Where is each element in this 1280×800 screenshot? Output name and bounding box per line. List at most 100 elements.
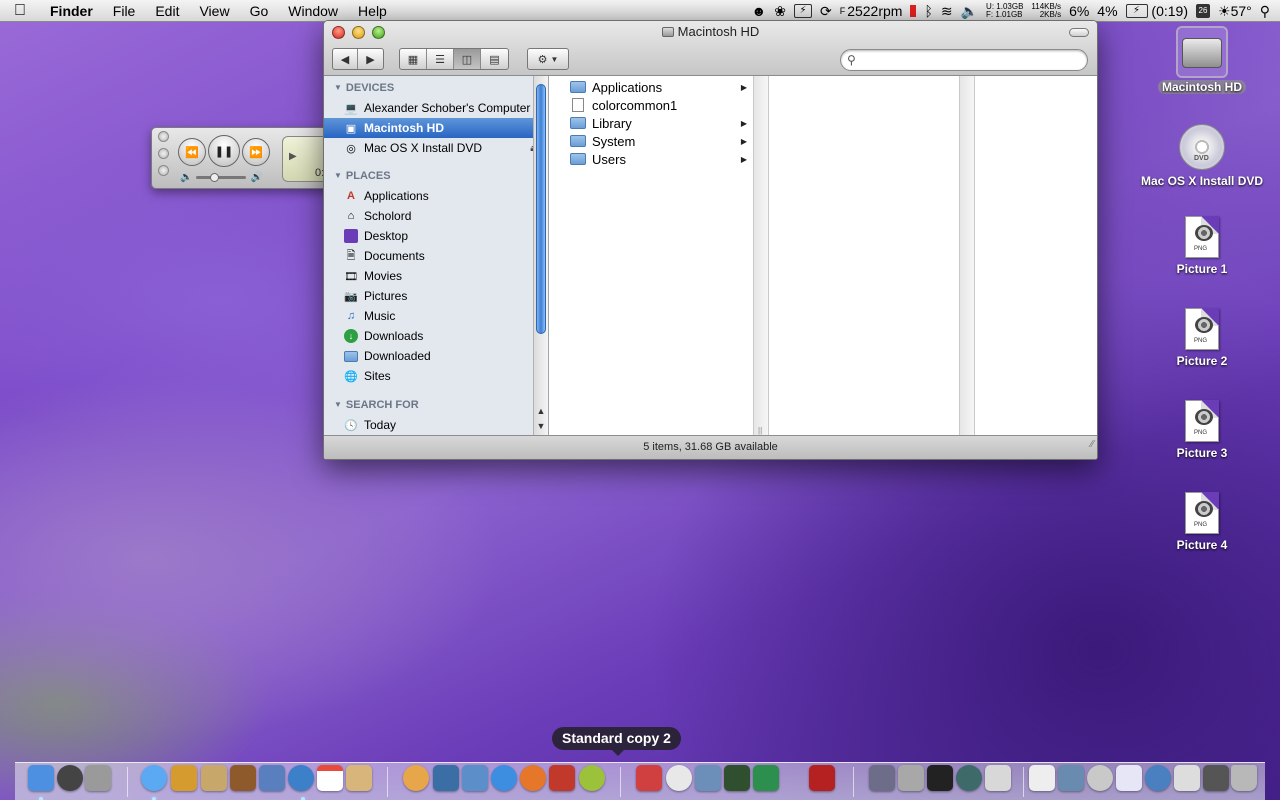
sidebar-item-today[interactable]: 🕓 Today [324, 415, 548, 435]
bluetooth-icon[interactable]: ᛒ [924, 0, 932, 22]
desktop-icon-picture-1[interactable]: PNG Picture 1 [1137, 216, 1267, 276]
dock-utility-icon-3[interactable] [985, 765, 1011, 791]
sidebar-section-search[interactable]: ▼ SEARCH FOR [324, 395, 548, 415]
growl-icon[interactable]: ☻ [752, 0, 767, 22]
apple-menu-icon[interactable]:  [0, 2, 40, 20]
desktop-icon-picture-3[interactable]: PNG Picture 3 [1137, 400, 1267, 460]
activity-icon[interactable]: ⚡ [793, 3, 812, 18]
column-1[interactable]: Applications ▶ colorcommon1 Library ▶ Syst… [564, 76, 754, 437]
wifi-icon[interactable]: ≋ [941, 0, 953, 22]
dock-photo-app-icon[interactable] [230, 765, 256, 791]
cpu-usage-1[interactable]: 6% [1069, 0, 1089, 22]
calendar-date[interactable]: 26 [1196, 3, 1210, 18]
list-item[interactable]: System ▶ [564, 132, 753, 150]
back-button[interactable]: ◀ [333, 49, 358, 69]
battery-status[interactable]: ⚡ (0:19) [1125, 0, 1188, 22]
cover-flow-button[interactable]: ▤ [481, 49, 508, 69]
dock-game-icon-3[interactable] [695, 765, 721, 791]
cpu-usage-2[interactable]: 4% [1097, 0, 1117, 22]
finder-titlebar[interactable]: Macintosh HD ◀ ▶ ▦ ☰ ◫ ▤ ⚙ ▼ ⚲ [324, 21, 1097, 76]
desktop-icon-picture-4[interactable]: PNG Picture 4 [1137, 492, 1267, 552]
sidebar-scroll-thumb[interactable] [536, 84, 546, 334]
dock-xcode-icon[interactable] [462, 765, 488, 791]
search-field[interactable]: ⚲ [840, 49, 1088, 71]
toolbar-toggle-button[interactable] [1069, 28, 1089, 37]
dock-dashboard-icon[interactable] [57, 765, 83, 791]
paw-icon[interactable]: ❀ [774, 0, 786, 22]
dock-printer-icon[interactable] [1174, 765, 1200, 791]
column-2[interactable] [769, 76, 960, 437]
column-resize-handle[interactable]: || [754, 76, 769, 437]
dock-address-book-icon[interactable] [346, 765, 372, 791]
dock-system-preferences-icon[interactable] [85, 765, 111, 791]
sidebar-item-install-dvd[interactable]: ◎Mac OS X Install DVD⏏ [324, 138, 548, 158]
dock-terminal-icon[interactable] [927, 765, 953, 791]
dock-utility-icon-1[interactable] [869, 765, 895, 791]
sidebar-item-home[interactable]: ⌂ Scholord [324, 206, 548, 226]
sidebar-item-sites[interactable]: 🌐 Sites [324, 366, 548, 386]
forward-button[interactable]: ▶ [358, 49, 383, 69]
previous-track-button[interactable]: ⏪ [178, 138, 206, 166]
menu-go[interactable]: Go [240, 0, 279, 22]
dock-game-icon-5[interactable] [753, 765, 779, 791]
menu-window[interactable]: Window [278, 0, 348, 22]
fan-speed[interactable]: F 2522rpm [840, 0, 903, 22]
spotlight-icon[interactable]: ⚲ [1260, 0, 1270, 22]
volume-icon[interactable]: 🔈 [961, 0, 978, 22]
weather-temperature[interactable]: ☀ 57° [1218, 0, 1252, 22]
dock-iphoto-icon[interactable] [171, 765, 197, 791]
dock-game-icon-1[interactable] [636, 765, 662, 791]
sync-icon[interactable]: ⟳ [820, 0, 832, 22]
resize-grip-icon[interactable]: ∕∕ [1091, 433, 1094, 456]
sidebar-item-downloaded[interactable]: Downloaded [324, 346, 548, 366]
sidebar-section-places[interactable]: ▼ PLACES [324, 166, 548, 186]
dock-network-icon[interactable] [1145, 765, 1171, 791]
dock-safari-icon[interactable] [491, 765, 517, 791]
pause-button[interactable]: ❚❚ [208, 135, 240, 167]
scroll-down-arrow-icon[interactable]: ▼ [534, 421, 548, 435]
sidebar-item-documents[interactable]: 🗎 Documents [324, 246, 548, 266]
action-menu-button[interactable]: ⚙ ▼ [528, 49, 568, 69]
dock-itunes-icon[interactable] [141, 765, 167, 791]
sidebar-item-downloads[interactable]: ↓ Downloads [324, 326, 548, 346]
dock-document-icon[interactable] [1029, 765, 1055, 791]
dock-standard-copy-icon[interactable] [579, 765, 605, 791]
dock-folder-icon[interactable] [1058, 765, 1084, 791]
next-track-button[interactable]: ⏩ [242, 138, 270, 166]
network-monitor[interactable]: 114KB/s 2KB/s [1031, 2, 1061, 19]
volume-knob[interactable] [210, 173, 220, 182]
dock-music-file-icon[interactable] [1116, 765, 1142, 791]
list-item[interactable]: Library ▶ [564, 114, 753, 132]
dock-finder-icon[interactable] [28, 765, 54, 791]
sidebar-item-desktop[interactable]: Desktop [324, 226, 548, 246]
sidebar-item-applications[interactable]: A Applications [324, 186, 548, 206]
sidebar-scrollbar[interactable]: ▲ ▼ [533, 76, 548, 437]
menu-view[interactable]: View [189, 0, 239, 22]
list-item[interactable]: Users ▶ [564, 150, 753, 168]
dock-time-machine-icon[interactable] [956, 765, 982, 791]
desktop-icon-install-dvd[interactable]: DVD Mac OS X Install DVD [1137, 124, 1267, 188]
desktop-icon-picture-2[interactable]: PNG Picture 2 [1137, 308, 1267, 368]
column-3[interactable] [975, 76, 1097, 437]
sidebar-item-movies[interactable]: 🎞 Movies [324, 266, 548, 286]
dock-game-icon-4[interactable] [724, 765, 750, 791]
sidebar-item-music[interactable]: ♫ Music [324, 306, 548, 326]
dock-trash-icon[interactable] [1231, 765, 1257, 791]
dock-preview-icon[interactable] [201, 765, 227, 791]
volume-slider[interactable] [196, 173, 247, 182]
dock-ical-icon[interactable] [317, 765, 343, 791]
desktop-icon-macintosh-hd[interactable]: Macintosh HD [1137, 26, 1267, 94]
dock-disk-icon[interactable] [1087, 765, 1113, 791]
mini-player-minimize-button[interactable] [158, 148, 169, 159]
scroll-up-arrow-icon[interactable]: ▲ [534, 406, 548, 420]
mini-player-zoom-button[interactable] [158, 165, 169, 176]
sidebar-item-pictures[interactable]: 📷 Pictures [324, 286, 548, 306]
sidebar-item-macintosh-hd[interactable]: ▣ Macintosh HD [324, 118, 548, 138]
mini-player-close-button[interactable] [158, 131, 169, 142]
list-item[interactable]: colorcommon1 [564, 96, 753, 114]
menu-finder[interactable]: Finder [40, 0, 103, 22]
dock-idvd-icon[interactable] [288, 765, 314, 791]
dock-stack-icon[interactable] [1203, 765, 1229, 791]
memory-monitor[interactable]: U: 1.03GB F: 1.01GB [986, 2, 1023, 19]
menu-file[interactable]: File [103, 0, 146, 22]
